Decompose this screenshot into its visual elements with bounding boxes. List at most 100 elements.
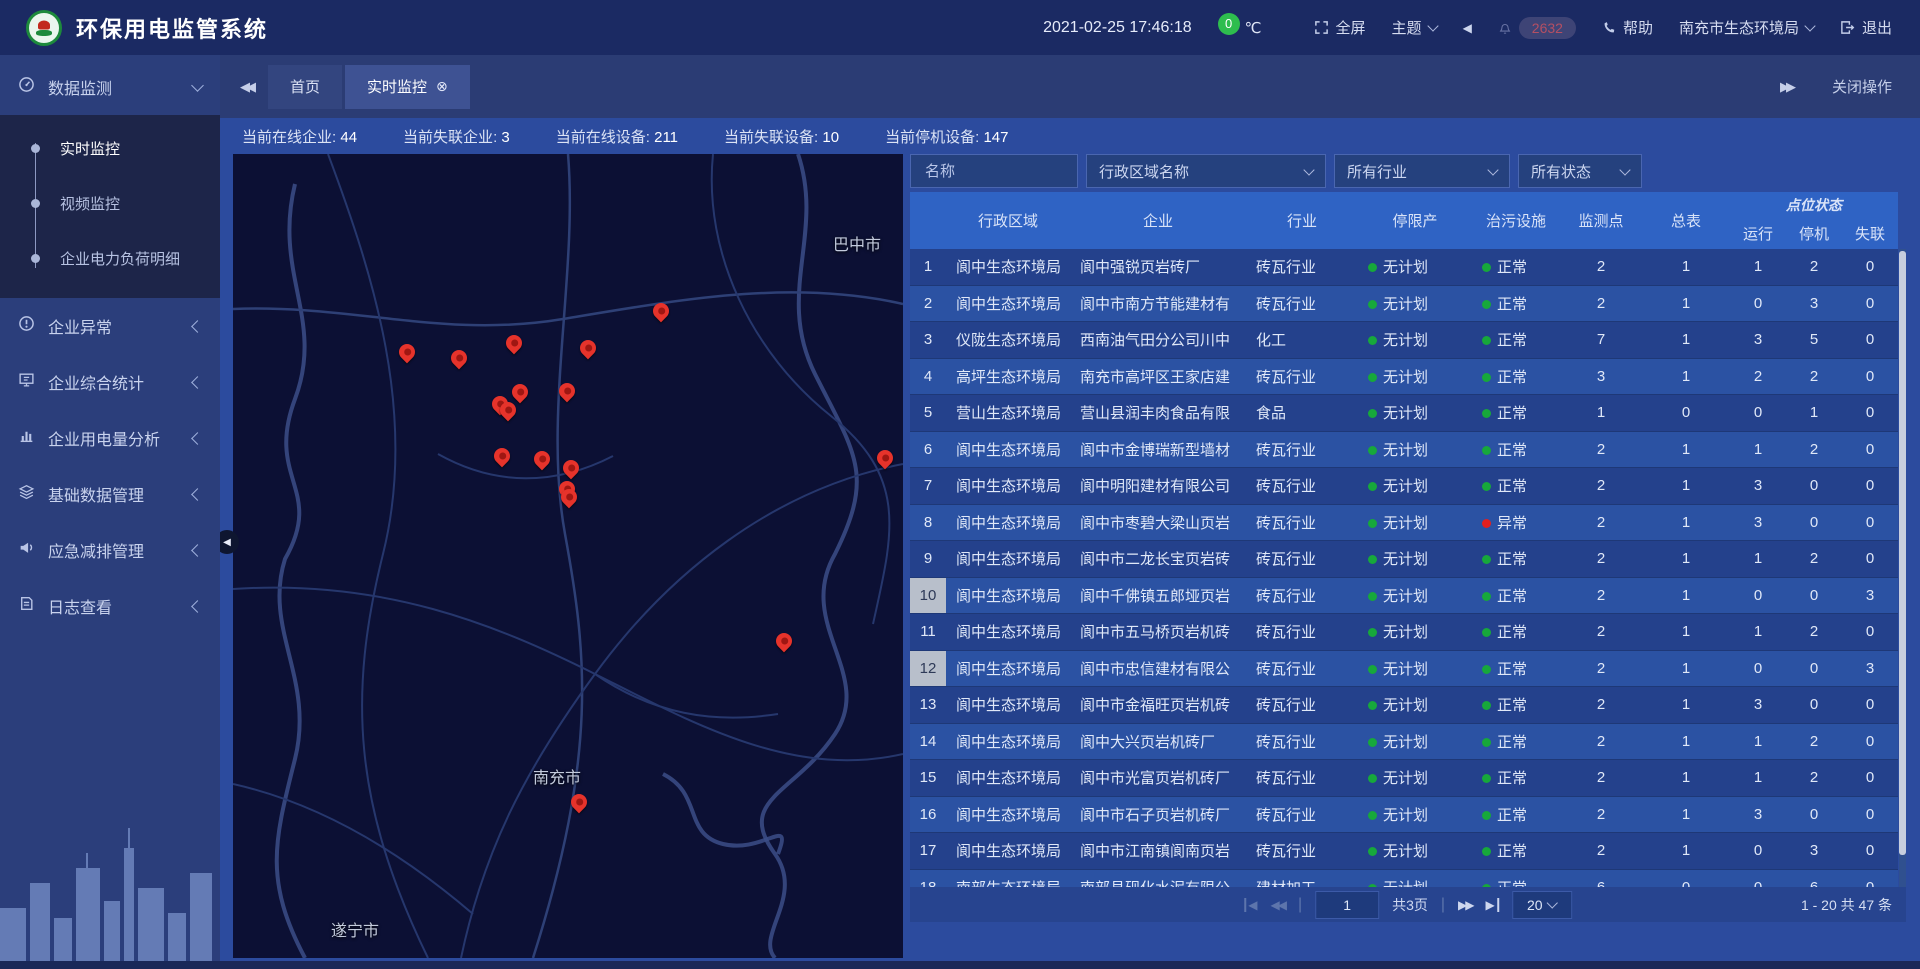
sidebar-item-label: 企业电力负荷明细: [60, 248, 180, 269]
table-row[interactable]: 5营山生态环境局营山县润丰肉食品有限食品无计划正常10010: [910, 395, 1898, 432]
cell-monitor-points: 2: [1560, 806, 1642, 823]
status-filter-select[interactable]: 所有状态: [1518, 154, 1642, 188]
cell-running: 1: [1730, 258, 1786, 275]
table-row[interactable]: 7阆中生态环境局阆中明阳建材有限公司砖瓦行业无计划正常21300: [910, 468, 1898, 505]
skyline-decoration: [0, 813, 220, 963]
pagination-controls: ◀ ◀◀ | 共3页 | ▶▶ ▶ 20: [1244, 891, 1572, 919]
cell-monitor-points: 2: [1560, 623, 1642, 640]
cell-running: 0: [1730, 879, 1786, 887]
cell-stopped: 0: [1786, 514, 1842, 531]
mute-speaker-icon[interactable]: ◀: [1463, 21, 1472, 35]
first-page-button[interactable]: ◀: [1244, 898, 1257, 912]
cell-company: 阆中市石子页岩机砖厂: [1070, 804, 1246, 825]
tab-close-icon[interactable]: ⊗: [436, 78, 448, 95]
chart-icon: [18, 427, 35, 449]
table-row[interactable]: 6阆中生态环境局阆中市金博瑞新型墙材砖瓦行业无计划正常21120: [910, 432, 1898, 469]
stat-item: 当前停机设备147: [885, 126, 1008, 147]
cell-monitor-points: 2: [1560, 769, 1642, 786]
close-operations-button[interactable]: 关闭操作: [1832, 76, 1892, 97]
tab-home[interactable]: 首页: [268, 65, 342, 109]
sidebar-item-emergency-reduction[interactable]: 应急减排管理: [0, 522, 220, 578]
cell-pollution-facility: 正常: [1472, 804, 1560, 825]
table-row[interactable]: 18南部生态环境局南部县砚化水泥有限公建材加工无计划正常60060: [910, 870, 1898, 888]
table-row[interactable]: 12阆中生态环境局阆中市忠信建材有限公砖瓦行业无计划正常21003: [910, 651, 1898, 688]
table-row[interactable]: 4高坪生态环境局南充市高坪区王家店建砖瓦行业无计划正常31220: [910, 359, 1898, 396]
cell-stopped: 6: [1786, 879, 1842, 887]
stat-label: 当前失联企业: [403, 129, 501, 146]
chevron-down-icon: [1427, 20, 1438, 31]
row-number: 13: [910, 696, 946, 713]
tabs-scroll-right-icon[interactable]: ▶▶: [1780, 79, 1792, 95]
sidebar-item-power-usage-analysis[interactable]: 企业用电量分析: [0, 410, 220, 466]
stat-item: 当前失联企业3: [403, 126, 510, 147]
table-scrollbar[interactable]: [1899, 249, 1906, 887]
table-row[interactable]: 10阆中生态环境局阆中千佛镇五郎垭页岩砖瓦行业无计划正常21003: [910, 578, 1898, 615]
next-page-button[interactable]: ▶▶: [1458, 898, 1472, 912]
table-row[interactable]: 1阆中生态环境局阆中强锐页岩砖厂砖瓦行业无计划正常21120: [910, 249, 1898, 286]
scrollbar-thumb[interactable]: [1899, 251, 1906, 855]
region-filter-select[interactable]: 行政区域名称: [1086, 154, 1326, 188]
cell-monitor-points: 2: [1560, 587, 1642, 604]
sidebar-item-basic-data-management[interactable]: 基础数据管理: [0, 466, 220, 522]
green-dot-icon: [1482, 336, 1491, 345]
table-row[interactable]: 14阆中生态环境局阆中大兴页岩机砖厂砖瓦行业无计划正常21120: [910, 724, 1898, 761]
logout-button[interactable]: 退出: [1840, 17, 1892, 38]
tabs-scroll-left-icon[interactable]: ◀◀: [240, 79, 252, 95]
table-row[interactable]: 11阆中生态环境局阆中市五马桥页岩机砖砖瓦行业无计划正常21120: [910, 614, 1898, 651]
green-dot-icon: [1482, 446, 1491, 455]
table-row[interactable]: 16阆中生态环境局阆中市石子页岩机砖厂砖瓦行业无计划正常21300: [910, 797, 1898, 834]
megaphone-icon: [18, 539, 35, 561]
cell-pollution-facility: 正常: [1472, 475, 1560, 496]
table-row[interactable]: 15阆中生态环境局阆中市光富页岩机砖厂砖瓦行业无计划正常21120: [910, 760, 1898, 797]
org-menu[interactable]: 南充市生态环境局: [1679, 17, 1814, 38]
cell-disconnected: 0: [1842, 477, 1898, 494]
last-page-button[interactable]: ▶: [1486, 898, 1499, 912]
green-dot-icon: [1482, 811, 1491, 820]
sidebar-item-enterprise-power-load[interactable]: 企业电力负荷明细: [0, 231, 220, 286]
stats-bar: 当前在线企业44当前失联企业3当前在线设备211当前失联设备10当前停机设备14…: [220, 118, 1920, 154]
log-icon: [18, 595, 35, 617]
green-dot-icon: [1368, 811, 1377, 820]
green-dot-icon: [1368, 701, 1377, 710]
page-number-input[interactable]: [1315, 891, 1379, 919]
cell-company: 阆中千佛镇五郎垭页岩: [1070, 585, 1246, 606]
sidebar-item-realtime-monitor[interactable]: 实时监控: [0, 121, 220, 176]
industry-filter-select[interactable]: 所有行业: [1334, 154, 1510, 188]
sidebar-item-video-monitor[interactable]: 视频监控: [0, 176, 220, 231]
theme-button[interactable]: 主题: [1392, 17, 1437, 38]
prev-page-button[interactable]: ◀◀: [1270, 898, 1284, 912]
sidebar-item-log-view[interactable]: 日志查看: [0, 578, 220, 634]
green-dot-icon: [1368, 738, 1377, 747]
table-row[interactable]: 2阆中生态环境局阆中市南方节能建材有砖瓦行业无计划正常21030: [910, 286, 1898, 323]
sidebar-item-enterprise-statistics[interactable]: 企业综合统计: [0, 354, 220, 410]
cell-industry: 砖瓦行业: [1246, 621, 1358, 642]
tab-operations: ▶▶ 关闭操作: [1760, 76, 1892, 97]
table-row[interactable]: 3仪陇生态环境局西南油气田分公司川中化工无计划正常71350: [910, 322, 1898, 359]
cell-district: 阆中生态环境局: [946, 548, 1070, 569]
tab-realtime-monitor[interactable]: 实时监控⊗: [345, 65, 470, 109]
fullscreen-button[interactable]: 全屏: [1314, 17, 1366, 38]
cell-district: 阆中生态环境局: [946, 804, 1070, 825]
table-row[interactable]: 8阆中生态环境局阆中市枣碧大梁山页岩砖瓦行业无计划异常21300: [910, 505, 1898, 542]
cell-disconnected: 0: [1842, 514, 1898, 531]
cell-disconnected: 0: [1842, 769, 1898, 786]
green-dot-icon: [1368, 263, 1377, 272]
cell-stopped: 2: [1786, 441, 1842, 458]
cell-production-limit: 无计划: [1358, 329, 1472, 350]
help-button[interactable]: 帮助: [1602, 17, 1653, 38]
name-filter-input[interactable]: [923, 162, 1065, 181]
row-number: 9: [910, 550, 946, 567]
table-row[interactable]: 17阆中生态环境局阆中市江南镇阆南页岩砖瓦行业无计划正常21030: [910, 833, 1898, 870]
page-size-select[interactable]: 20: [1512, 891, 1572, 919]
sidebar-item-enterprise-abnormal[interactable]: 企业异常: [0, 298, 220, 354]
cell-industry: 砖瓦行业: [1246, 840, 1358, 861]
table-row[interactable]: 9阆中生态环境局阆中市二龙长宝页岩砖砖瓦行业无计划正常21120: [910, 541, 1898, 578]
table-row[interactable]: 13阆中生态环境局阆中市金福旺页岩机砖砖瓦行业无计划正常21300: [910, 687, 1898, 724]
column-header: 停限产: [1358, 192, 1472, 249]
sidebar-item-data-monitoring[interactable]: 数据监测: [0, 59, 220, 115]
industry-filter-value: 所有行业: [1347, 161, 1407, 182]
chevron-left-icon: [191, 376, 204, 389]
notifications-button[interactable]: 2632: [1498, 17, 1576, 39]
cell-company: 阆中强锐页岩砖厂: [1070, 256, 1246, 277]
green-dot-icon: [1368, 482, 1377, 491]
